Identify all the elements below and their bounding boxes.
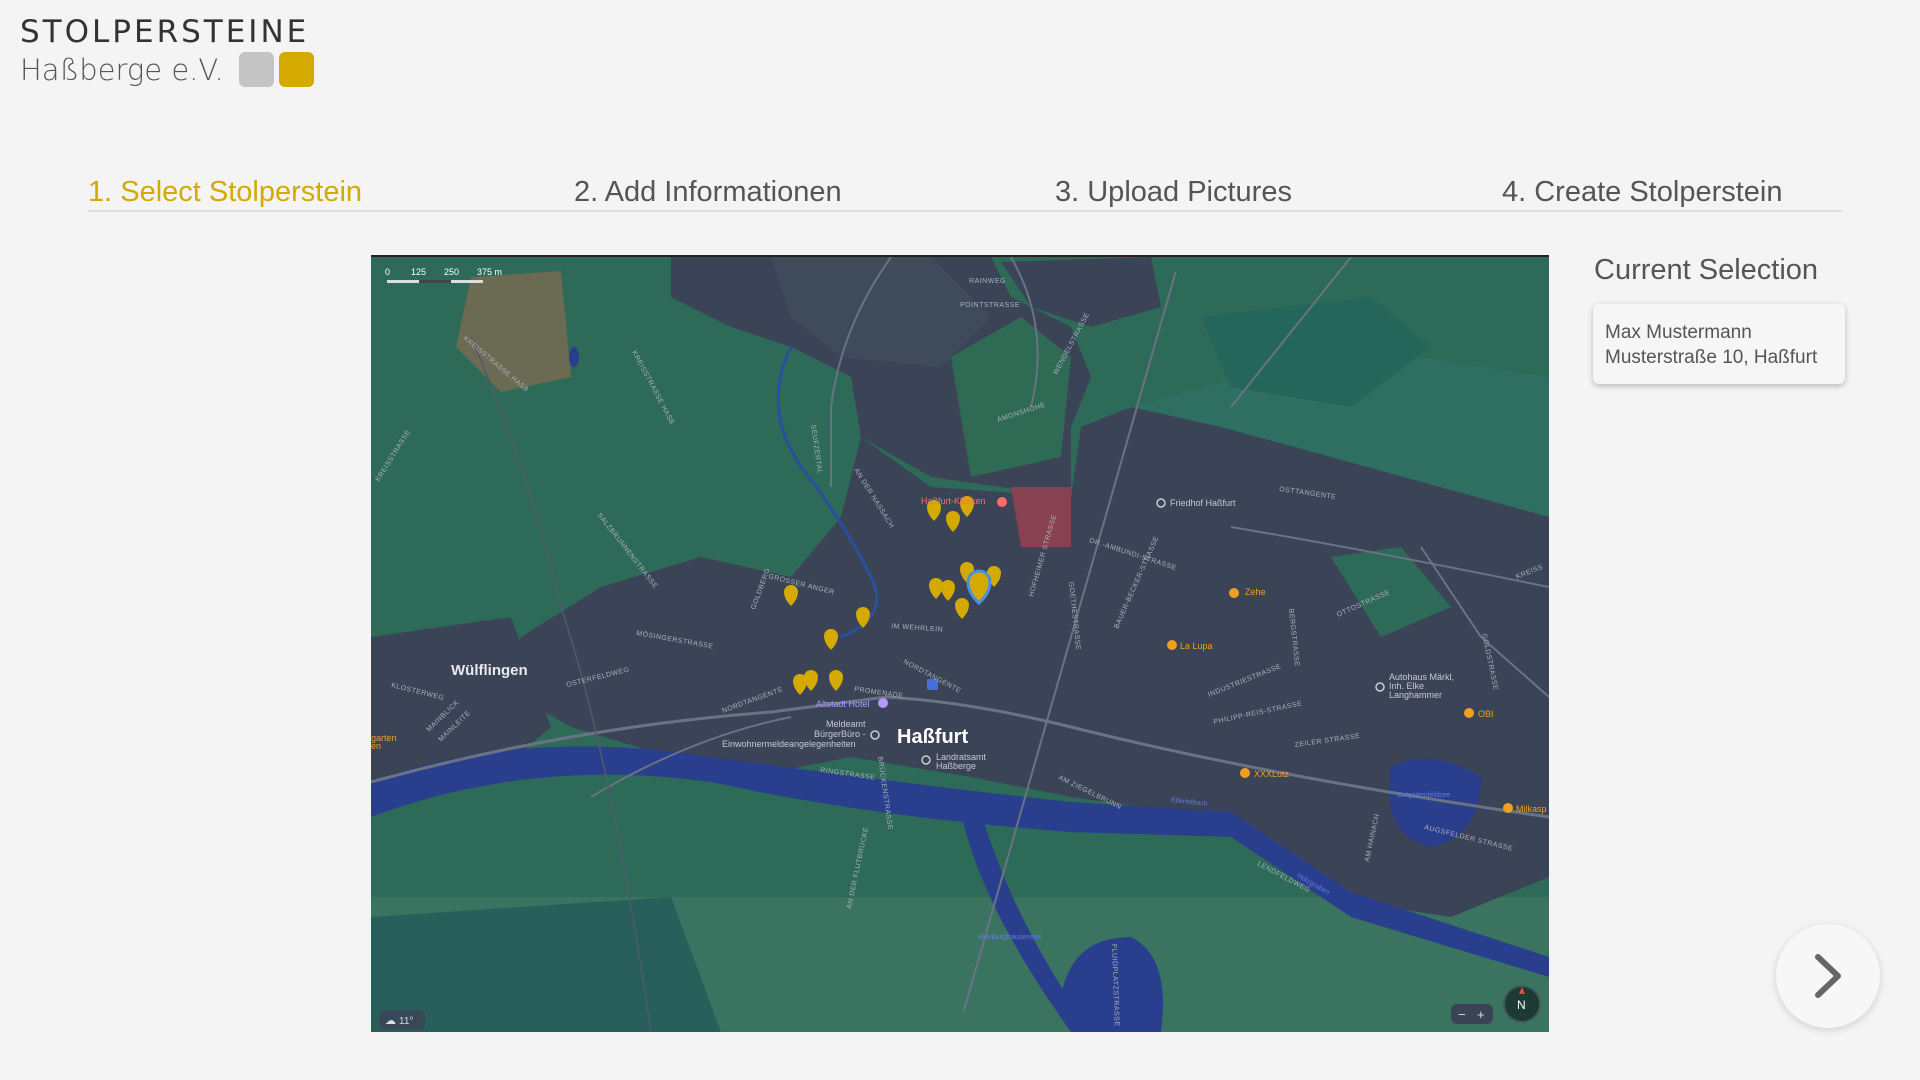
weather-badge: ☁ 11° bbox=[379, 1010, 425, 1030]
label-see-2: Mainburghausensee bbox=[978, 934, 1042, 941]
scale-125: 125 bbox=[411, 267, 426, 277]
logo: STOLPERSTEINE Haßberge e.V. bbox=[20, 14, 314, 87]
zoom-in-button[interactable]: + bbox=[1477, 1007, 1485, 1022]
logo-square-grey bbox=[238, 52, 274, 87]
label-meldeamt: Meldeamt bbox=[826, 719, 866, 729]
step-4-create-stolperstein[interactable]: 4. Create Stolperstein bbox=[1502, 176, 1782, 209]
selection-name: Max Mustermann bbox=[1605, 322, 1752, 343]
label-xxxlutz: XXXLutz bbox=[1254, 769, 1290, 779]
restaurant-icon-la-lupa[interactable] bbox=[1167, 640, 1177, 650]
selection-address: Musterstraße 10, Haßfurt bbox=[1605, 347, 1818, 368]
restaurant-icon[interactable] bbox=[1229, 588, 1239, 598]
label-milka: Milkasp bbox=[1516, 804, 1547, 814]
step-1-select-stolperstein[interactable]: 1. Select Stolperstein bbox=[88, 176, 362, 209]
logo-title: STOLPERSTEINE bbox=[20, 14, 310, 50]
street-pointstrasse: POINTSTRASSE bbox=[960, 302, 1020, 309]
label-autohaus-3: Langhammer bbox=[1389, 690, 1442, 700]
current-selection-title: Current Selection bbox=[1594, 254, 1819, 286]
label-obi: OBI bbox=[1478, 709, 1494, 719]
label-hassfurt: Haßfurt bbox=[897, 726, 968, 748]
label-zehe: Zehe bbox=[1245, 587, 1266, 597]
zoom-out-button[interactable]: − bbox=[1458, 1007, 1466, 1022]
step-2-add-informationen[interactable]: 2. Add Informationen bbox=[574, 176, 842, 209]
logo-square-gold bbox=[278, 52, 314, 87]
weather-temp: 11° bbox=[399, 1016, 413, 1027]
hospital-icon[interactable] bbox=[997, 497, 1007, 507]
compass-label: N bbox=[1517, 998, 1526, 1012]
label-hassberge: Haßberge bbox=[936, 761, 976, 771]
compass-icon[interactable]: N bbox=[1503, 985, 1541, 1023]
shop-icon-obi[interactable] bbox=[1464, 708, 1474, 718]
step-3-upload-pictures[interactable]: 3. Upload Pictures bbox=[1055, 176, 1292, 209]
label-kliniken: Haßfurt-Kliniken bbox=[921, 496, 986, 506]
next-button[interactable] bbox=[1776, 924, 1880, 1028]
label-la-lupa: La Lupa bbox=[1180, 641, 1213, 651]
map[interactable]: Wülflingen Haßfurt Haßfurt-Kliniken Frie… bbox=[371, 255, 1549, 1032]
hospital-area bbox=[1011, 487, 1071, 547]
shop-icon-milka[interactable] bbox=[1503, 803, 1513, 813]
step-navigation: 1. Select Stolperstein 2. Add Informatio… bbox=[88, 176, 1842, 212]
logo-subtitle: Haßberge e.V. bbox=[20, 52, 224, 87]
label-friedhof: Friedhof Haßfurt bbox=[1170, 498, 1236, 508]
zoom-controls[interactable]: − + bbox=[1451, 1004, 1493, 1024]
label-see-1: Ostgartenfeldsee bbox=[1397, 792, 1450, 799]
hotel-icon[interactable] bbox=[878, 698, 888, 708]
label-garten-2: en bbox=[371, 741, 381, 751]
label-wuelflingen: Wülflingen bbox=[451, 662, 528, 679]
label-buergerbuero: BürgerBüro - bbox=[814, 729, 866, 739]
scale-250: 250 bbox=[444, 267, 459, 277]
label-einwohnermelde: Einwohnermeldeangelegenheiten bbox=[722, 739, 856, 749]
shop-icon-xxxlutz[interactable] bbox=[1240, 768, 1250, 778]
chevron-right-icon bbox=[1815, 954, 1841, 998]
current-selection-card: Max Mustermann Musterstraße 10, Haßfurt bbox=[1593, 304, 1845, 384]
scale-375: 375 m bbox=[477, 267, 502, 277]
label-altstadt-hotel: Altstadt Hotel bbox=[816, 699, 870, 709]
street-rainweg: RAINWEG bbox=[969, 278, 1006, 285]
scale-0: 0 bbox=[385, 267, 390, 277]
cloud-icon: ☁ bbox=[385, 1015, 396, 1027]
